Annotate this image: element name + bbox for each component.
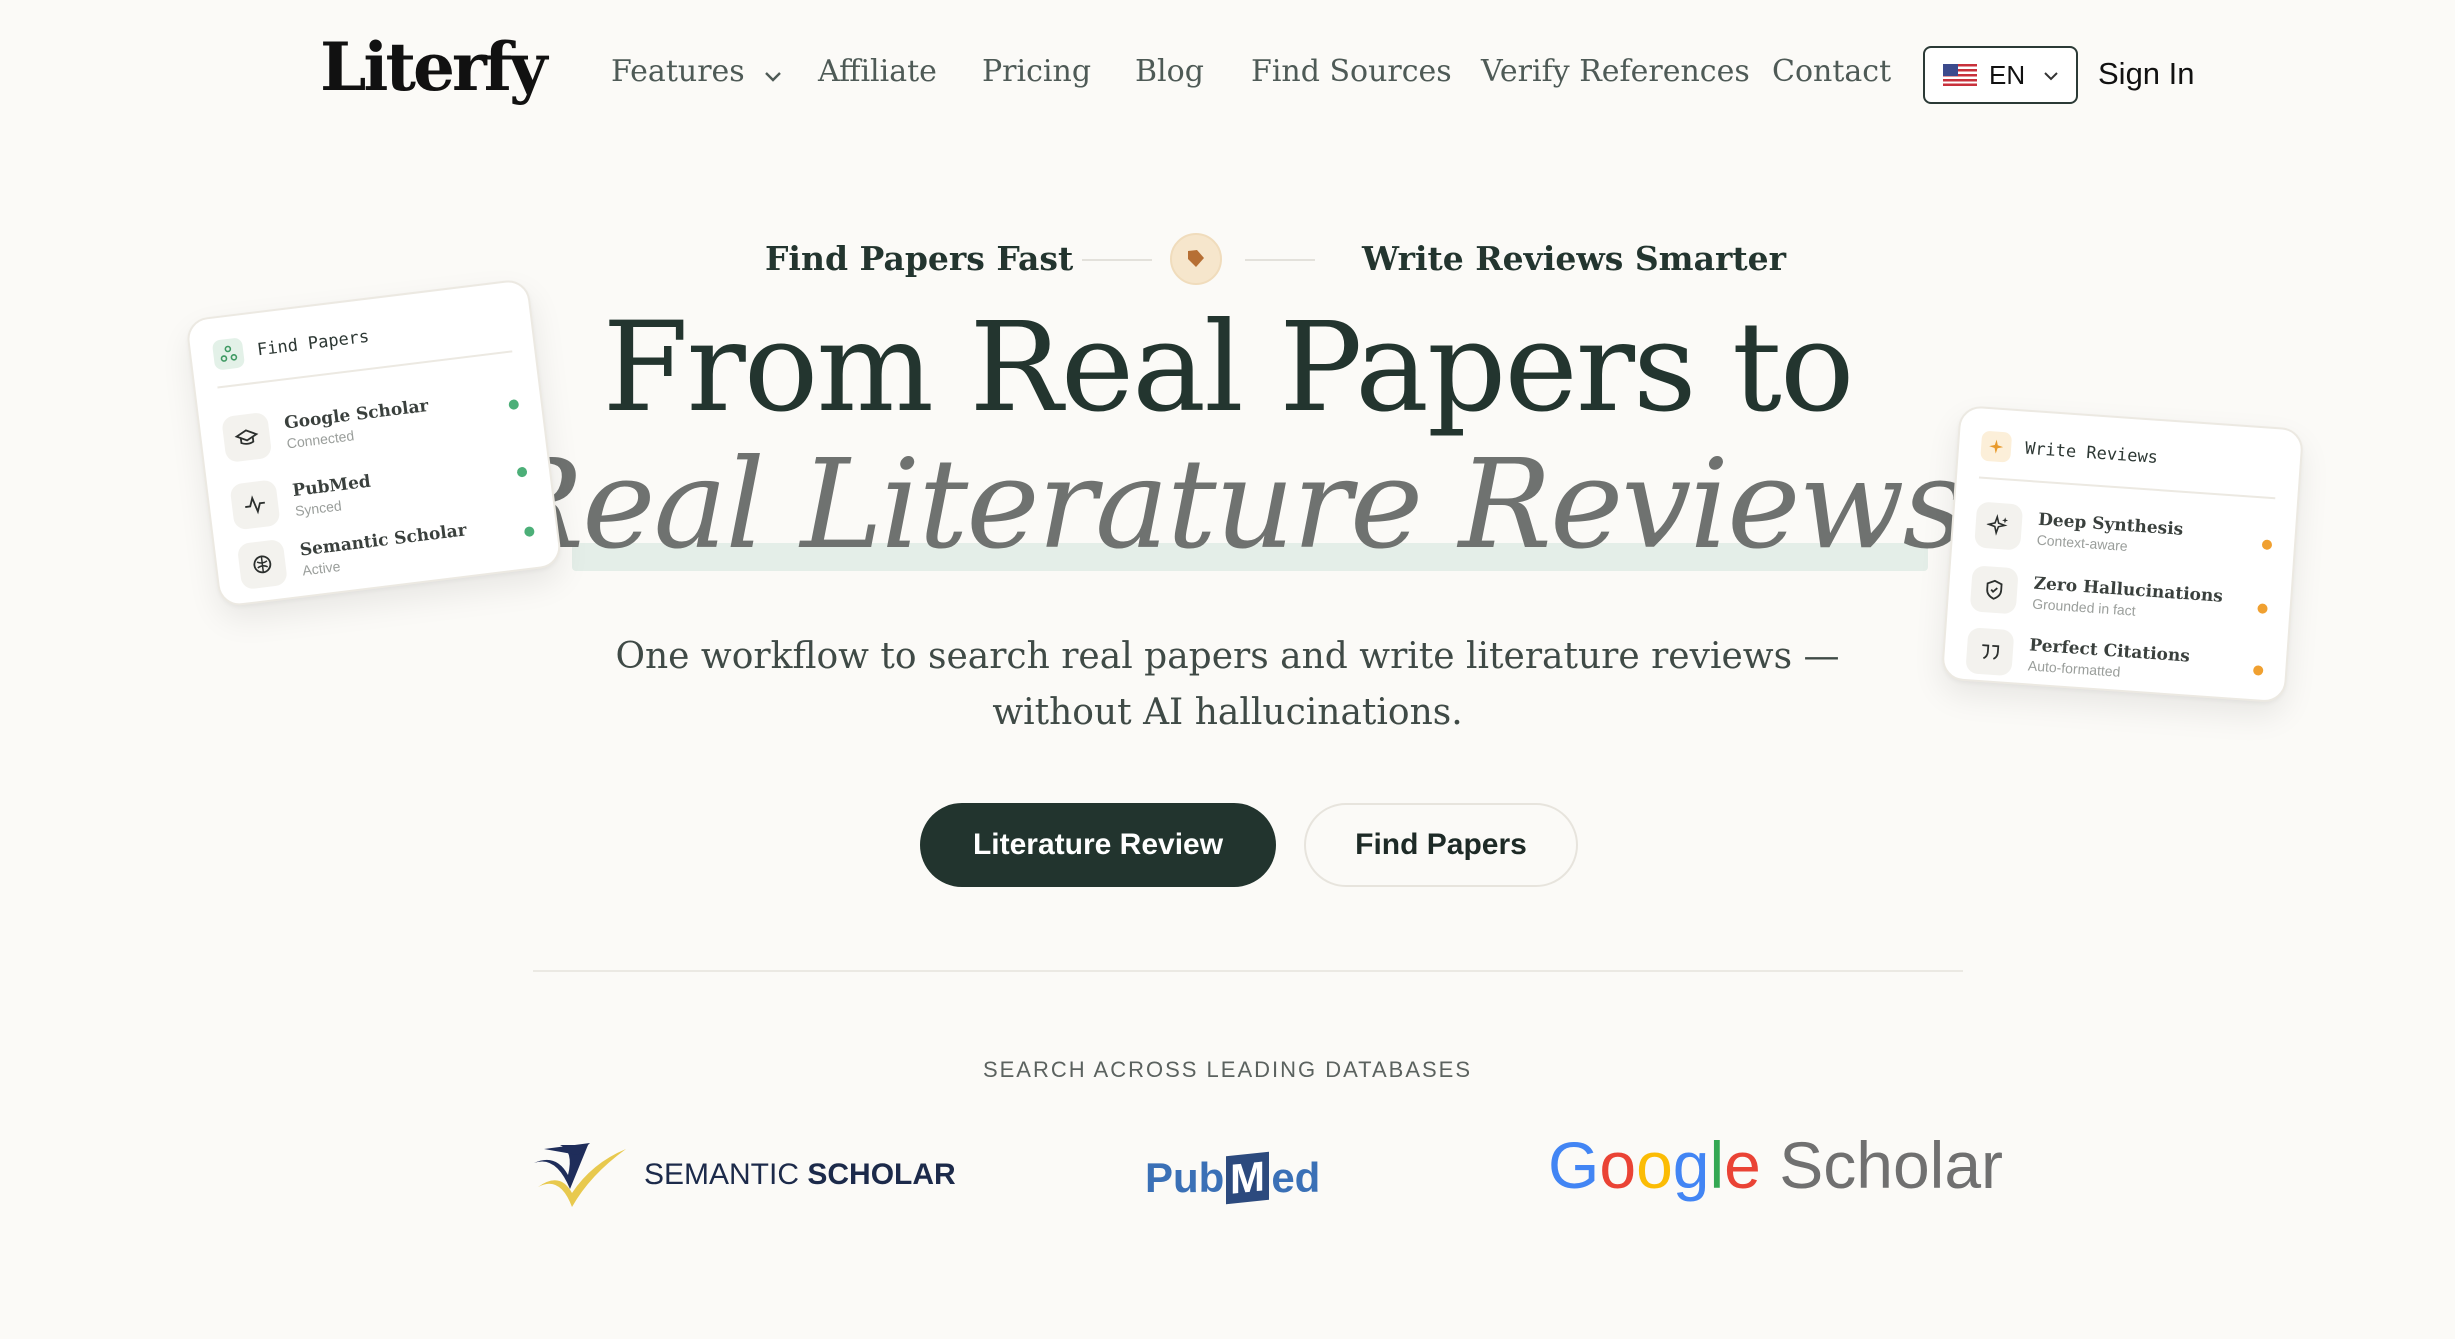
- status-dot: [2257, 603, 2268, 614]
- find-papers-card: Find Papers Google Scholar Connected Pub…: [185, 277, 563, 608]
- gs-g2: g: [1672, 1128, 1710, 1202]
- nav-verify-references[interactable]: Verify References: [1481, 54, 1750, 89]
- card-divider: [1978, 476, 2276, 500]
- pubmed-pre: Pub: [1145, 1154, 1225, 1201]
- card-title: Find Papers: [256, 326, 371, 361]
- databases-heading: SEARCH ACROSS LEADING DATABASES: [982, 1057, 1473, 1082]
- network-icon: [211, 337, 246, 371]
- find-papers-button[interactable]: Find Papers: [1304, 803, 1578, 887]
- gs-o1: o: [1599, 1128, 1637, 1202]
- hero-subtitle-line2: without AI hallucinations.: [992, 692, 1463, 733]
- language-selector[interactable]: EN: [1923, 46, 2078, 104]
- nav-affiliate[interactable]: Affiliate: [818, 54, 937, 89]
- gs-l: l: [1709, 1128, 1725, 1202]
- card-header: Find Papers: [211, 322, 371, 371]
- gs-e: e: [1724, 1128, 1761, 1202]
- graduation-cap-icon: [221, 411, 273, 463]
- status-dot: [2252, 665, 2264, 676]
- section-divider: [533, 970, 1963, 972]
- status-dot: [508, 398, 520, 411]
- sparkles-icon: [1974, 501, 2024, 551]
- us-flag-icon: [1943, 64, 1977, 86]
- semantic-scholar-icon: [534, 1143, 626, 1207]
- semantic-scholar-part2: SCHOLAR: [807, 1158, 956, 1191]
- chevron-down-icon: [764, 56, 782, 91]
- hero-tagline: Find Papers Fast Write Reviews Smarter: [0, 233, 2455, 293]
- brain-icon: [236, 538, 288, 591]
- card-header: Write Reviews: [1980, 430, 2159, 473]
- sparkles-icon: [1980, 430, 2013, 463]
- nav-blog[interactable]: Blog: [1135, 54, 1204, 89]
- semantic-scholar-part1: SEMANTIC: [644, 1158, 808, 1191]
- shield-icon: [1969, 565, 2019, 615]
- pubmed-post: ed: [1271, 1154, 1321, 1201]
- tag-write-reviews: Write Reviews Smarter: [1362, 239, 1786, 278]
- nav-features-label: Features: [611, 54, 745, 89]
- sign-in-link[interactable]: Sign In: [2098, 56, 2195, 92]
- nav-contact[interactable]: Contact: [1772, 54, 1891, 89]
- tag-divider: [1082, 259, 1152, 261]
- quote-icon: [1965, 627, 2015, 677]
- pubmed-logo: Pub Med: [1145, 1138, 1320, 1218]
- gs-o2: o: [1636, 1128, 1673, 1202]
- pubmed-m: M: [1226, 1151, 1270, 1205]
- tag-divider: [1245, 259, 1315, 261]
- google-scholar-logo: Google Scholar: [1548, 1127, 2003, 1203]
- status-dot: [2261, 539, 2273, 551]
- nav-pricing[interactable]: Pricing: [982, 54, 1091, 89]
- top-nav: Literfy Features Affiliate Pricing Blog …: [0, 0, 2455, 150]
- tag-find-papers: Find Papers Fast: [765, 239, 1074, 278]
- gs-g1: G: [1548, 1128, 1600, 1202]
- tag-icon: [1170, 233, 1222, 285]
- write-reviews-card: Write Reviews Deep Synthesis Context-awa…: [1940, 405, 2305, 704]
- logo[interactable]: Literfy: [320, 28, 547, 106]
- nav-features[interactable]: Features: [611, 54, 782, 91]
- literature-review-button[interactable]: Literature Review: [920, 803, 1276, 887]
- card-title: Write Reviews: [2024, 438, 2159, 468]
- semantic-scholar-logo: SEMANTIC SCHOLAR: [530, 1135, 956, 1215]
- language-code: EN: [1989, 59, 2026, 90]
- nav-find-sources[interactable]: Find Sources: [1251, 54, 1452, 89]
- chevron-down-icon: [2043, 66, 2059, 85]
- status-dot: [523, 526, 535, 538]
- gs-scholar: Scholar: [1760, 1128, 2004, 1202]
- activity-icon: [229, 479, 281, 531]
- status-dot: [516, 466, 528, 478]
